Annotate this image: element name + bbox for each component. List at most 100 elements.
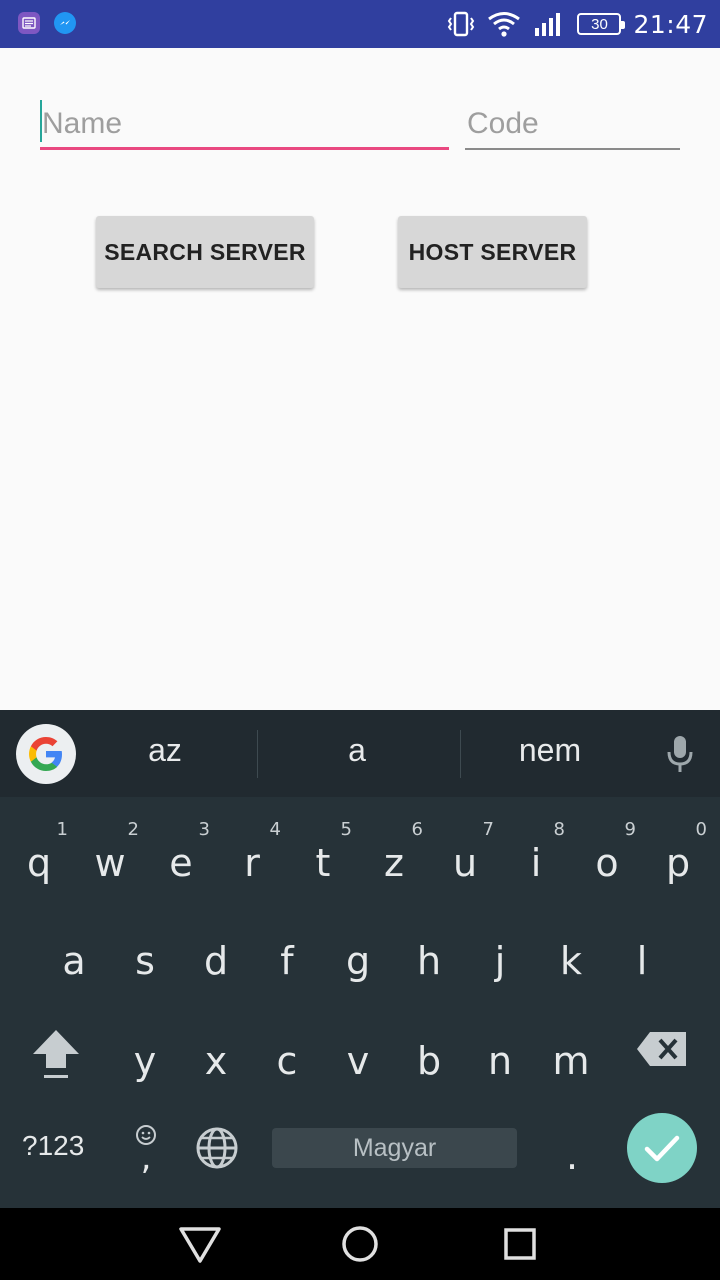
key-h[interactable]: h: [394, 913, 464, 1003]
navigation-bar: [0, 1208, 720, 1280]
key-s[interactable]: s: [110, 913, 180, 1003]
comma-label: ,: [140, 1138, 152, 1178]
shift-icon: [33, 1030, 79, 1078]
text-cursor: [40, 100, 42, 142]
enter-key[interactable]: [627, 1113, 697, 1183]
suggestion-divider: [460, 730, 461, 778]
key-label: n: [487, 1039, 513, 1083]
key-label: h: [416, 939, 442, 983]
key-label: k: [559, 939, 582, 983]
key-label: u: [452, 841, 478, 885]
key-i[interactable]: i8: [501, 815, 571, 905]
battery-level: 30: [591, 15, 608, 33]
key-d[interactable]: d: [181, 913, 251, 1003]
code-field-container: [465, 90, 680, 150]
key-label: a: [62, 939, 86, 983]
key-hint: 9: [624, 819, 636, 840]
language-key[interactable]: [181, 1108, 251, 1198]
key-label: e: [169, 841, 193, 885]
key-a[interactable]: a: [39, 913, 109, 1003]
key-n[interactable]: n: [465, 1013, 535, 1103]
key-label: t: [315, 841, 331, 885]
vibrate-icon: [448, 11, 475, 37]
microphone-icon[interactable]: [664, 734, 696, 774]
key-hint: 2: [127, 819, 139, 840]
key-j[interactable]: j: [465, 913, 535, 1003]
key-label: g: [345, 939, 371, 983]
key-label: p: [665, 841, 691, 885]
key-f[interactable]: f: [252, 913, 322, 1003]
space-key[interactable]: Magyar: [272, 1128, 517, 1168]
key-t[interactable]: t5: [288, 815, 358, 905]
key-x[interactable]: x: [181, 1013, 251, 1103]
key-label: b: [416, 1039, 442, 1083]
key-label: d: [203, 939, 229, 983]
period-key[interactable]: .: [537, 1108, 607, 1198]
search-server-button[interactable]: SEARCH SERVER: [96, 216, 314, 288]
code-input[interactable]: [465, 90, 680, 148]
suggestion-divider: [257, 730, 258, 778]
battery-icon: 30: [577, 13, 626, 35]
back-icon[interactable]: [178, 1225, 222, 1265]
key-label: v: [346, 1039, 370, 1083]
key-q[interactable]: q1: [4, 815, 74, 905]
soft-keyboard: az a nem q1 w2 e3 r4 t5 z6 u7 i8 o9 p0 a…: [0, 710, 720, 1208]
key-label: m: [552, 1039, 590, 1083]
suggestion-1[interactable]: az: [86, 732, 244, 776]
key-k[interactable]: k: [536, 913, 606, 1003]
checkmark-icon: [644, 1135, 680, 1162]
key-hint: 3: [198, 819, 210, 840]
key-g[interactable]: g: [323, 913, 393, 1003]
key-o[interactable]: o9: [572, 815, 642, 905]
key-label: x: [204, 1039, 228, 1083]
key-y[interactable]: y: [110, 1013, 180, 1103]
home-icon[interactable]: [341, 1225, 379, 1263]
key-label: w: [94, 841, 126, 885]
period-label: .: [565, 1134, 579, 1178]
notes-app-icon: [18, 12, 40, 34]
key-label: s: [135, 939, 155, 983]
key-u[interactable]: u7: [430, 815, 500, 905]
key-label: f: [280, 939, 294, 983]
key-c[interactable]: c: [252, 1013, 322, 1103]
suggestion-2[interactable]: a: [270, 732, 444, 776]
backspace-icon: [637, 1032, 686, 1066]
comma-emoji-key[interactable]: ,: [110, 1108, 182, 1198]
name-field-container: [40, 90, 449, 150]
key-label: j: [494, 939, 506, 983]
globe-icon: [196, 1127, 238, 1169]
key-hint: 4: [269, 819, 281, 840]
key-label: z: [384, 841, 404, 885]
key-hint: 7: [482, 819, 494, 840]
key-hint: 6: [411, 819, 423, 840]
key-label: o: [595, 841, 619, 885]
key-b[interactable]: b: [394, 1013, 464, 1103]
symbols-key[interactable]: ?123: [22, 1130, 84, 1162]
key-r[interactable]: r4: [217, 815, 287, 905]
key-w[interactable]: w2: [75, 815, 145, 905]
shift-key[interactable]: [20, 1010, 90, 1100]
name-input[interactable]: [40, 90, 449, 147]
key-p[interactable]: p0: [643, 815, 713, 905]
key-hint: 8: [553, 819, 565, 840]
key-hint: 1: [56, 819, 68, 840]
key-v[interactable]: v: [323, 1013, 393, 1103]
recents-icon[interactable]: [503, 1227, 537, 1261]
backspace-key[interactable]: [626, 1010, 696, 1100]
key-label: r: [244, 841, 260, 885]
key-label: q: [26, 841, 52, 885]
key-m[interactable]: m: [536, 1013, 606, 1103]
key-hint: 5: [340, 819, 352, 840]
clock: 21:47: [633, 9, 708, 39]
key-e[interactable]: e3: [146, 815, 216, 905]
google-icon[interactable]: [16, 724, 76, 784]
key-l[interactable]: l: [607, 913, 677, 1003]
signal-icon: [535, 13, 561, 36]
key-z[interactable]: z6: [359, 815, 429, 905]
suggestion-3[interactable]: nem: [470, 732, 630, 776]
status-bar: 30 21:47: [0, 0, 720, 48]
key-label: l: [636, 939, 648, 983]
host-server-button[interactable]: HOST SERVER: [398, 216, 587, 288]
messenger-icon: [54, 12, 76, 34]
key-label: c: [276, 1039, 298, 1083]
